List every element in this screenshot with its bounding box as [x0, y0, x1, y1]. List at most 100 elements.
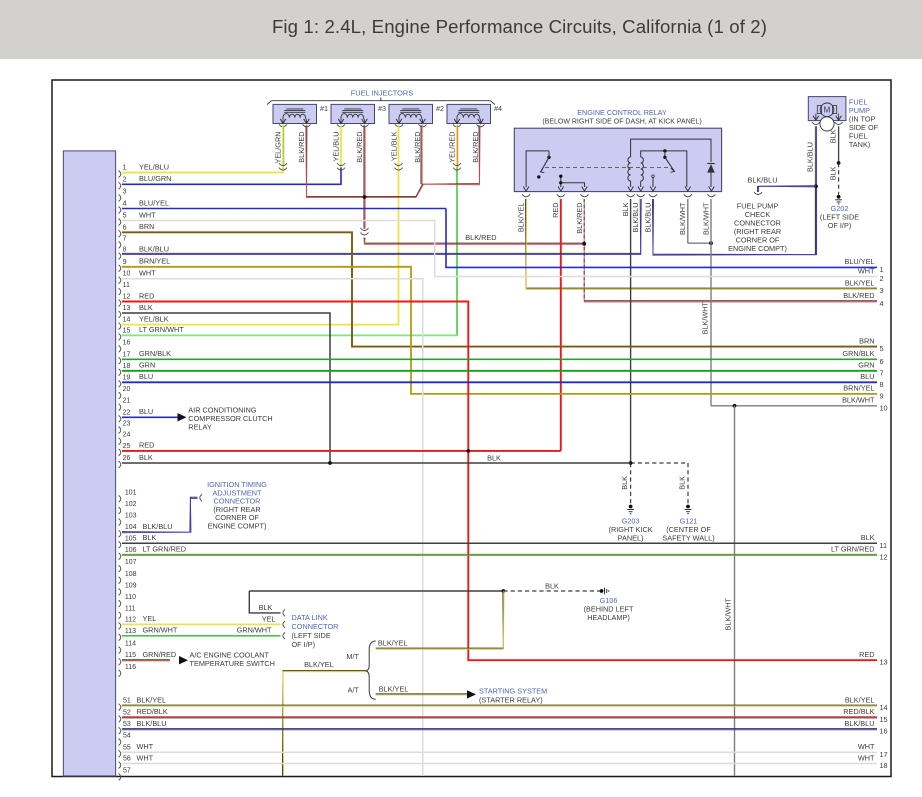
svg-text:109: 109 — [125, 582, 137, 589]
svg-text:GRN/WHT: GRN/WHT — [237, 626, 272, 635]
svg-text:4: 4 — [880, 299, 884, 308]
svg-text:6: 6 — [880, 357, 884, 366]
svg-text:BLK: BLK — [678, 476, 687, 490]
svg-text:GRN/BLK: GRN/BLK — [842, 349, 874, 358]
svg-text:YEL/RED: YEL/RED — [447, 132, 456, 163]
svg-text:#1: #1 — [320, 104, 328, 113]
svg-text:110: 110 — [125, 594, 136, 601]
svg-text:3: 3 — [880, 286, 884, 295]
svg-text:12: 12 — [123, 294, 131, 301]
svg-text:YEL/BLK: YEL/BLK — [389, 131, 398, 161]
svg-text:CONNECTOR: CONNECTOR — [292, 622, 339, 631]
svg-text:BLK/WHT: BLK/WHT — [842, 396, 875, 405]
svg-text:9: 9 — [880, 391, 884, 400]
svg-text:BLK/YEL: BLK/YEL — [378, 638, 408, 647]
svg-text:14: 14 — [123, 317, 131, 324]
svg-text:103: 103 — [125, 513, 137, 520]
svg-text:#2: #2 — [436, 104, 444, 113]
svg-text:2: 2 — [880, 274, 884, 283]
svg-text:DATA LINK: DATA LINK — [292, 613, 328, 622]
svg-text:101: 101 — [125, 489, 137, 496]
svg-text:BLK/YEL: BLK/YEL — [516, 203, 525, 233]
svg-text:BLK/BLU: BLK/BLU — [806, 142, 815, 172]
svg-text:YEL/BLU: YEL/BLU — [139, 162, 169, 171]
svg-text:BLK: BLK — [621, 202, 630, 216]
svg-text:LT GRN/WHT: LT GRN/WHT — [139, 325, 184, 334]
svg-text:BLK: BLK — [487, 453, 501, 462]
svg-text:ENGINE COMPT): ENGINE COMPT) — [208, 522, 267, 531]
svg-text:1: 1 — [123, 165, 127, 172]
svg-text:BLK: BLK — [139, 453, 153, 462]
svg-text:GRN/WHT: GRN/WHT — [143, 626, 178, 635]
svg-text:YEL/BLU: YEL/BLU — [331, 132, 340, 162]
svg-text:BLK/RED: BLK/RED — [355, 132, 364, 163]
svg-text:LT GRN/RED: LT GRN/RED — [831, 545, 875, 554]
svg-text:24: 24 — [123, 432, 131, 439]
svg-text:OF I/P): OF I/P) — [292, 640, 316, 649]
svg-text:10: 10 — [123, 271, 131, 278]
svg-text:BLK: BLK — [861, 533, 875, 542]
svg-text:BLK/YEL: BLK/YEL — [845, 695, 875, 704]
svg-text:BLK: BLK — [620, 476, 629, 490]
svg-text:A/T: A/T — [348, 686, 360, 695]
svg-text:BLK/BLU: BLK/BLU — [631, 203, 640, 233]
svg-text:18: 18 — [880, 761, 888, 770]
svg-text:54: 54 — [123, 733, 131, 740]
svg-text:WHT: WHT — [858, 266, 875, 275]
svg-text:102: 102 — [125, 501, 137, 508]
svg-text:ENGINE CONTROL RELAY: ENGINE CONTROL RELAY — [577, 108, 667, 117]
svg-text:BLK/WHT: BLK/WHT — [701, 301, 710, 334]
svg-text:BLK/WHT: BLK/WHT — [724, 597, 733, 630]
svg-text:WHT: WHT — [858, 742, 875, 751]
svg-text:RED: RED — [139, 291, 154, 300]
svg-text:BLK: BLK — [545, 581, 559, 590]
svg-text:(BELOW RIGHT SIDE OF DASH, AT: (BELOW RIGHT SIDE OF DASH, AT KICK PANEL… — [542, 119, 701, 126]
svg-text:8: 8 — [880, 380, 884, 389]
svg-text:BLK: BLK — [829, 129, 838, 143]
svg-text:RED: RED — [859, 650, 874, 659]
svg-text:#3: #3 — [378, 104, 386, 113]
svg-text:BLU: BLU — [139, 372, 153, 381]
svg-text:26: 26 — [123, 455, 131, 462]
svg-text:BLU/YEL: BLU/YEL — [844, 257, 874, 266]
svg-text:BLU: BLU — [139, 407, 153, 416]
svg-text:#4: #4 — [494, 104, 502, 113]
svg-text:BLK/BLU: BLK/BLU — [844, 719, 874, 728]
svg-text:RED: RED — [551, 203, 560, 218]
svg-text:OF I/P): OF I/P) — [828, 221, 852, 230]
svg-text:PANEL): PANEL) — [618, 533, 644, 542]
svg-text:7: 7 — [880, 368, 884, 377]
svg-text:13: 13 — [880, 658, 888, 667]
svg-text:WHT: WHT — [139, 269, 156, 278]
svg-text:FUEL INJECTORS: FUEL INJECTORS — [351, 88, 413, 97]
svg-text:13: 13 — [123, 305, 131, 312]
svg-text:107: 107 — [125, 559, 137, 566]
svg-text:4: 4 — [123, 201, 127, 208]
svg-text:WHT: WHT — [139, 210, 156, 219]
svg-text:25: 25 — [123, 443, 131, 450]
svg-text:BLK/RED: BLK/RED — [465, 233, 496, 242]
svg-text:GRN: GRN — [139, 361, 155, 370]
svg-text:BLU/GRN: BLU/GRN — [139, 174, 171, 183]
svg-text:18: 18 — [123, 363, 131, 370]
svg-text:YEL/GRN: YEL/GRN — [273, 132, 282, 164]
svg-text:WHT: WHT — [858, 753, 875, 762]
svg-text:53: 53 — [123, 721, 131, 728]
svg-text:111: 111 — [125, 606, 136, 613]
svg-text:TEMPERATURE SWITCH: TEMPERATURE SWITCH — [190, 659, 275, 668]
svg-text:YEL/BLK: YEL/BLK — [139, 314, 169, 323]
svg-text:3: 3 — [123, 188, 127, 195]
svg-text:RED/BLK: RED/BLK — [843, 707, 874, 716]
svg-text:57: 57 — [123, 768, 131, 775]
svg-text:BLK: BLK — [259, 603, 273, 612]
svg-text:115: 115 — [125, 652, 136, 659]
svg-text:5: 5 — [880, 344, 884, 353]
svg-text:104: 104 — [125, 524, 137, 531]
svg-text:TANK): TANK) — [849, 140, 870, 149]
svg-text:BLU: BLU — [860, 372, 874, 381]
svg-text:BRN/YEL: BRN/YEL — [843, 384, 874, 393]
svg-text:15: 15 — [880, 715, 888, 724]
svg-text:BLK/RED: BLK/RED — [575, 203, 584, 234]
svg-text:GRN/BLK: GRN/BLK — [139, 349, 171, 358]
svg-text:17: 17 — [123, 351, 131, 358]
